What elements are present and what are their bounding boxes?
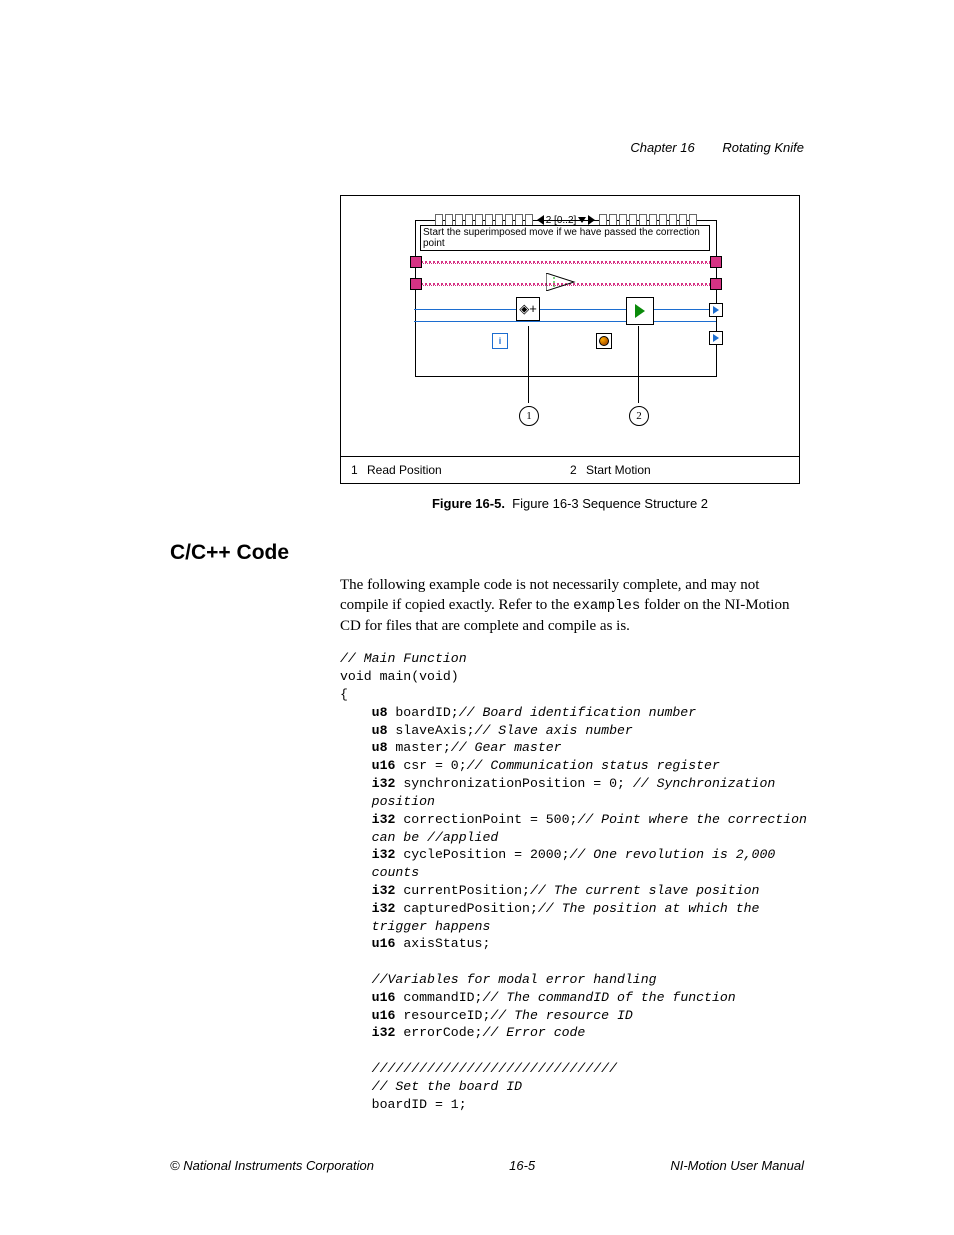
tunnel-icon [710,278,722,290]
read-position-vi: ◈+ [516,297,540,321]
start-motion-vi [626,297,654,325]
callout-2: 2 [629,406,649,426]
chapter-title: Rotating Knife [722,140,804,155]
intro-paragraph: The following example code is not necess… [340,575,804,636]
footer-left: © National Instruments Corporation [170,1158,374,1173]
chapter-label: Chapter 16 [630,140,694,155]
output-triangle-icon [546,273,576,296]
footer-center: 16-5 [509,1158,535,1173]
arrow-tunnel-icon [709,303,723,317]
figure-legend: 1Read Position 2Start Motion [341,456,799,483]
sequence-frame: 2 [0..2] Start the superimposed move if … [415,220,717,377]
figure-caption: Figure 16-5. Figure 16-3 Sequence Struct… [340,496,800,511]
i-terminal: i [492,333,508,349]
seq-next-icon [588,215,595,225]
dropdown-icon [578,217,586,223]
tunnel-icon [410,256,422,268]
tunnel-icon [410,278,422,290]
comment-box: Start the superimposed move if we have p… [420,225,710,251]
section-heading: C/C++ Code [170,541,804,565]
labview-diagram: 2 [0..2] Start the superimposed move if … [341,196,799,456]
arrow-tunnel-icon [709,331,723,345]
page-footer: © National Instruments Corporation 16-5 … [170,1158,804,1173]
footer-right: NI-Motion User Manual [670,1158,804,1173]
record-icon [596,333,612,349]
sequence-index: 2 [0..2] [546,215,577,226]
tunnel-icon [710,256,722,268]
callout-1: 1 [519,406,539,426]
figure-container: 2 [0..2] Start the superimposed move if … [340,195,800,484]
code-block: // Main Function void main(void) { u8 bo… [340,650,804,1113]
seq-prev-icon [537,215,544,225]
page-header: Chapter 16 Rotating Knife [170,140,804,155]
